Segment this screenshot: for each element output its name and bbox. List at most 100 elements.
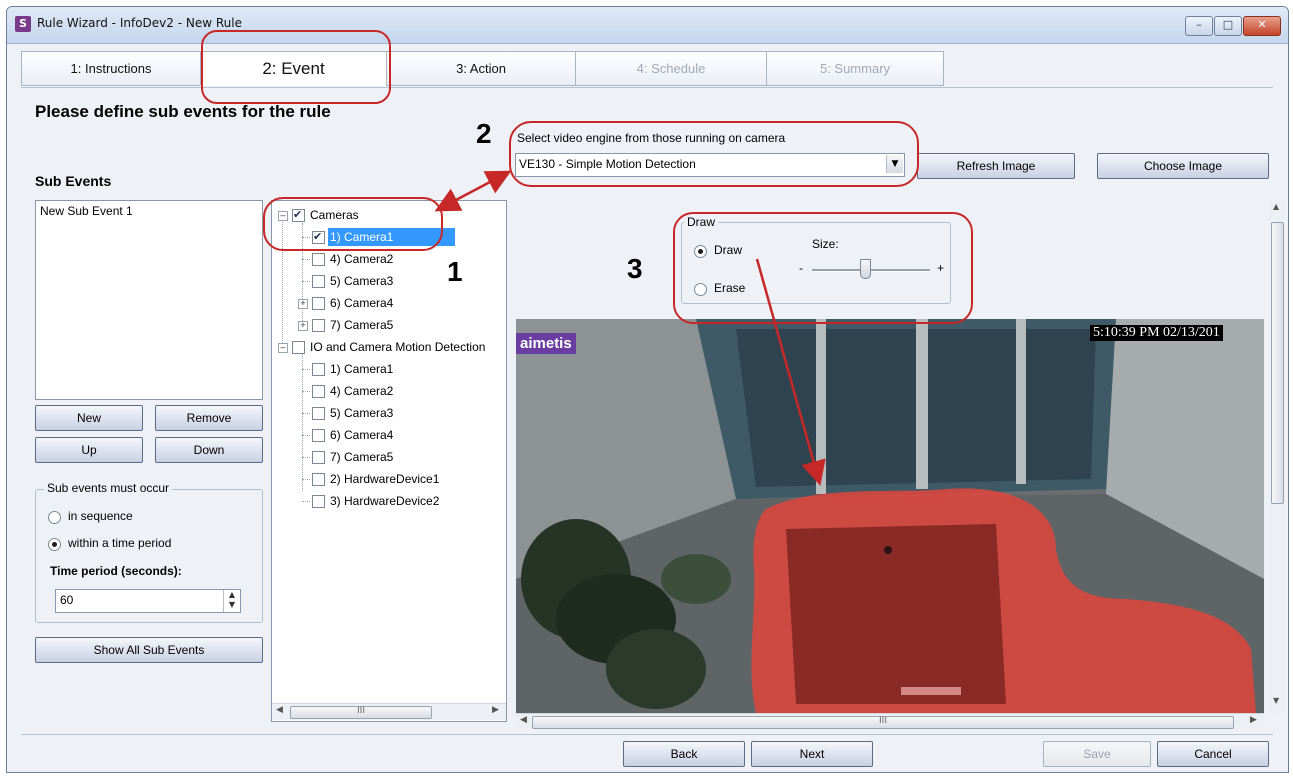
scroll-thumb[interactable]: III — [290, 706, 432, 719]
list-item[interactable]: New Sub Event 1 — [40, 204, 133, 218]
tree-node-io-camera4[interactable]: 6) Camera4 — [272, 426, 504, 444]
scroll-left-icon[interactable]: ◀ — [276, 705, 283, 715]
tree-line — [302, 501, 310, 502]
window-title: Rule Wizard - InfoDev2 - New Rule — [37, 16, 242, 30]
scroll-thumb[interactable] — [1271, 222, 1284, 504]
remove-button[interactable]: Remove — [155, 405, 263, 431]
camera3-checkbox[interactable] — [312, 275, 325, 288]
io-motion-checkbox[interactable] — [292, 341, 305, 354]
tree-node-io-motion[interactable]: – IO and Camera Motion Detection — [272, 338, 504, 356]
scroll-down-icon[interactable]: ▼ — [1273, 696, 1279, 705]
tree-line — [302, 391, 310, 392]
sub-events-list[interactable]: New Sub Event 1 — [35, 200, 263, 400]
close-icon[interactable]: ✕ — [1243, 16, 1281, 36]
choose-image-button[interactable]: Choose Image — [1097, 153, 1269, 179]
time-period-value: 60 — [60, 593, 74, 607]
camera-tree[interactable]: – Cameras 1) Camera1 4) Camera2 5) Camer… — [271, 200, 507, 722]
io-camera2-checkbox[interactable] — [312, 385, 325, 398]
tab-summary[interactable]: 5: Summary — [766, 51, 944, 86]
tree-line — [302, 435, 310, 436]
app-icon: S — [15, 16, 31, 32]
group-title: Sub events must occur — [44, 481, 173, 495]
tree-label: 6) Camera4 — [330, 428, 394, 442]
tree-node-io-camera1[interactable]: 1) Camera1 — [272, 360, 504, 378]
timestamp-overlay: 5:10:39 PM 02/13/201 — [1090, 325, 1223, 341]
tree-line — [302, 413, 310, 414]
tree-line — [302, 281, 310, 282]
annotation-number-1: 1 — [447, 256, 463, 287]
sub-events-label: Sub Events — [35, 173, 112, 189]
hardware1-checkbox[interactable] — [312, 473, 325, 486]
new-button[interactable]: New — [35, 405, 143, 431]
tree-label: 7) Camera5 — [330, 450, 394, 464]
camera4-checkbox[interactable] — [312, 297, 325, 310]
minimize-icon[interactable]: – — [1185, 16, 1213, 36]
save-button[interactable]: Save — [1043, 741, 1151, 767]
tree-label: 5) Camera3 — [330, 274, 394, 288]
image-vertical-scrollbar[interactable]: ▲ ▼ — [1269, 200, 1285, 713]
io-camera1-checkbox[interactable] — [312, 363, 325, 376]
image-horizontal-scrollbar[interactable]: ◀ III ▶ — [516, 713, 1264, 730]
io-camera5-checkbox[interactable] — [312, 451, 325, 464]
show-all-sub-events-button[interactable]: Show All Sub Events — [35, 637, 263, 663]
scroll-left-icon[interactable]: ◀ — [520, 715, 527, 725]
expand-icon[interactable]: + — [298, 299, 308, 309]
in-sequence-radio[interactable] — [48, 511, 61, 524]
scroll-up-icon[interactable]: ▲ — [1273, 202, 1279, 211]
rule-wizard-window: S Rule Wizard - InfoDev2 - New Rule – □ … — [6, 6, 1289, 773]
time-period-stepper[interactable]: 60 ▲ ▼ — [55, 589, 241, 613]
tree-node-camera2[interactable]: 4) Camera2 — [272, 250, 504, 268]
hardware2-checkbox[interactable] — [312, 495, 325, 508]
time-period-radio[interactable] — [48, 538, 61, 551]
annotation-circle-engine — [509, 121, 919, 187]
tree-label: 3) HardwareDevice2 — [330, 494, 440, 508]
camera5-checkbox[interactable] — [312, 319, 325, 332]
scroll-right-icon[interactable]: ▶ — [492, 705, 499, 715]
time-period-label: Time period (seconds): — [50, 564, 182, 578]
down-button[interactable]: Down — [155, 437, 263, 463]
tab-instructions[interactable]: 1: Instructions — [21, 51, 201, 86]
tree-label: 1) Camera1 — [330, 362, 394, 376]
tree-label: 6) Camera4 — [330, 296, 394, 310]
up-button[interactable]: Up — [35, 437, 143, 463]
tree-horizontal-scrollbar[interactable]: ◀ III ▶ — [272, 703, 506, 720]
tree-node-io-camera5[interactable]: 7) Camera5 — [272, 448, 504, 466]
scroll-thumb[interactable]: III — [532, 716, 1234, 729]
tree-node-camera4[interactable]: + 6) Camera4 — [272, 294, 504, 312]
next-button[interactable]: Next — [751, 741, 873, 767]
io-camera4-checkbox[interactable] — [312, 429, 325, 442]
annotation-circle-camera — [263, 197, 443, 251]
camera-image-canvas[interactable]: aimetis 5:10:39 PM 02/13/201 — [516, 319, 1264, 713]
refresh-image-button[interactable]: Refresh Image — [917, 153, 1075, 179]
camera-scene — [516, 319, 1264, 713]
collapse-icon[interactable]: – — [278, 343, 288, 353]
scroll-right-icon[interactable]: ▶ — [1250, 715, 1257, 725]
tree-node-hardware1[interactable]: 2) HardwareDevice1 — [272, 470, 504, 488]
tree-line — [302, 369, 310, 370]
tab-action[interactable]: 3: Action — [386, 51, 576, 86]
tree-label: 2) HardwareDevice1 — [330, 472, 440, 486]
cancel-button[interactable]: Cancel — [1157, 741, 1269, 767]
back-button[interactable]: Back — [623, 741, 745, 767]
tree-node-camera5[interactable]: + 7) Camera5 — [272, 316, 504, 334]
spin-buttons[interactable]: ▲ ▼ — [223, 590, 240, 612]
maximize-icon[interactable]: □ — [1214, 16, 1242, 36]
tree-node-hardware2[interactable]: 3) HardwareDevice2 — [272, 492, 504, 510]
io-camera3-checkbox[interactable] — [312, 407, 325, 420]
annotation-number-2: 2 — [476, 118, 492, 149]
tree-line — [302, 457, 310, 458]
tree-node-io-camera3[interactable]: 5) Camera3 — [272, 404, 504, 422]
annotation-number-3: 3 — [627, 253, 643, 284]
expand-icon[interactable]: + — [298, 321, 308, 331]
page-title: Please define sub events for the rule — [35, 102, 331, 121]
tree-label: 5) Camera3 — [330, 406, 394, 420]
tree-node-io-camera2[interactable]: 4) Camera2 — [272, 382, 504, 400]
tree-label: 4) Camera2 — [330, 252, 394, 266]
tab-schedule[interactable]: 4: Schedule — [575, 51, 767, 86]
camera2-checkbox[interactable] — [312, 253, 325, 266]
tree-line — [302, 259, 310, 260]
tree-node-camera3[interactable]: 5) Camera3 — [272, 272, 504, 290]
title-bar: S Rule Wizard - InfoDev2 - New Rule – □ … — [7, 7, 1288, 44]
in-sequence-label: in sequence — [68, 509, 133, 523]
tree-label: 7) Camera5 — [330, 318, 394, 332]
